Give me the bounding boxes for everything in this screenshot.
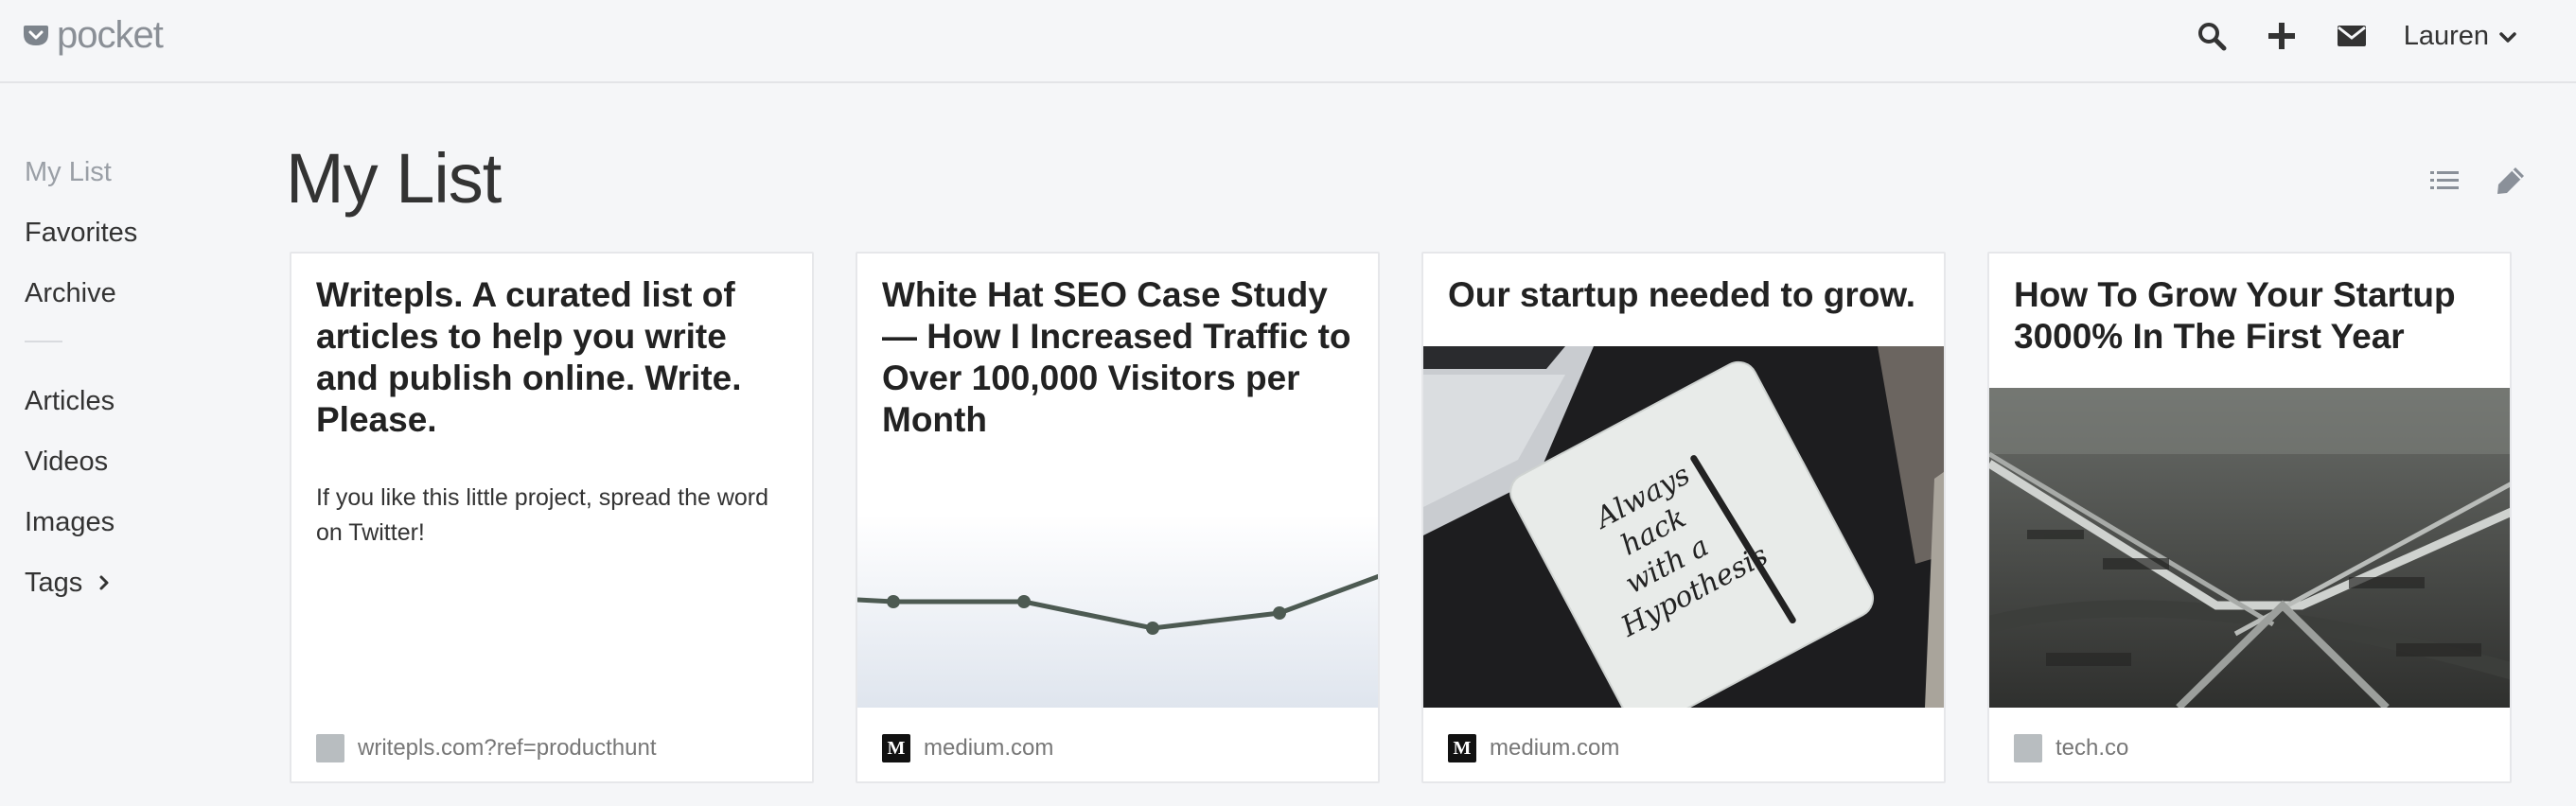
list-view-icon[interactable]	[2428, 165, 2461, 197]
user-name: Lauren	[2403, 20, 2489, 51]
article-source[interactable]: M medium.com	[1448, 734, 1619, 762]
envelope-icon	[2337, 26, 2366, 46]
user-menu[interactable]: Lauren	[2404, 21, 2517, 52]
plus-icon	[2267, 23, 2295, 49]
article-title[interactable]: Our startup needed to grow.	[1423, 254, 1944, 316]
railroad-photo-image	[1989, 388, 2510, 708]
sidebar-item-label: Images	[25, 506, 115, 537]
sidebar-item-my-list[interactable]: My List	[25, 142, 242, 202]
sidebar-item-articles[interactable]: Articles	[25, 371, 242, 431]
article-domain: writepls.com?ref=producthunt	[358, 735, 657, 761]
site-favicon-icon	[2014, 734, 2042, 762]
pocket-logo[interactable]: pocket	[23, 11, 164, 59]
article-card[interactable]: Our startup needed to grow. Always hack …	[1421, 252, 1946, 783]
article-excerpt: If you like this little project, spread …	[316, 484, 769, 546]
article-grid: Writepls. A curated list of articles to …	[290, 252, 2512, 783]
article-source[interactable]: M medium.com	[882, 734, 1053, 762]
article-domain: medium.com	[1490, 735, 1620, 761]
article-source[interactable]: writepls.com?ref=producthunt	[316, 734, 657, 762]
sidebar-divider	[25, 341, 62, 342]
logo-text: pocket	[57, 13, 164, 56]
article-title[interactable]: How To Grow Your Startup 3000% In The Fi…	[1989, 254, 2510, 358]
notebook-photo-image: Always hack with a Hypothesis	[1423, 346, 1944, 708]
line-graph-image	[857, 515, 1378, 708]
article-card[interactable]: Writepls. A curated list of articles to …	[290, 252, 814, 783]
article-domain: tech.co	[2056, 735, 2129, 761]
sidebar-item-favorites[interactable]: Favorites	[25, 202, 242, 263]
sidebar-item-label: Favorites	[25, 217, 138, 248]
search-button[interactable]	[2177, 0, 2247, 72]
header-actions: Lauren	[2177, 0, 2576, 72]
search-icon	[2197, 23, 2227, 51]
add-button[interactable]	[2247, 0, 2317, 72]
pocket-logo-icon	[24, 26, 48, 45]
sidebar-item-label: Tags	[25, 567, 83, 598]
sidebar-item-videos[interactable]: Videos	[25, 431, 242, 492]
edit-icon[interactable]	[2495, 165, 2527, 197]
article-title[interactable]: Writepls. A curated list of articles to …	[291, 254, 812, 441]
chevron-down-icon	[2499, 32, 2516, 43]
sidebar: My List Favorites Archive Articles Video…	[25, 142, 242, 613]
article-source[interactable]: tech.co	[2014, 734, 2128, 762]
sidebar-item-archive[interactable]: Archive	[25, 263, 242, 324]
sidebar-item-label: Articles	[25, 385, 115, 416]
sidebar-item-label: Videos	[25, 446, 109, 477]
sidebar-item-label: My List	[25, 156, 112, 187]
article-card[interactable]: How To Grow Your Startup 3000% In The Fi…	[1987, 252, 2512, 783]
sidebar-item-tags[interactable]: Tags	[25, 552, 242, 613]
medium-favicon-icon: M	[1448, 734, 1476, 762]
page-title: My List	[286, 139, 502, 218]
article-card[interactable]: White Hat SEO Case Study— How I Increase…	[856, 252, 1380, 783]
top-bar: pocket Lauren	[0, 0, 2576, 83]
article-title[interactable]: White Hat SEO Case Study— How I Increase…	[857, 254, 1378, 441]
chevron-right-icon	[99, 575, 109, 590]
medium-favicon-icon: M	[882, 734, 910, 762]
inbox-button[interactable]	[2317, 0, 2387, 72]
view-tools	[2428, 165, 2527, 197]
sidebar-item-images[interactable]: Images	[25, 492, 242, 552]
sidebar-item-label: Archive	[25, 277, 116, 308]
site-favicon-icon	[316, 734, 344, 762]
article-domain: medium.com	[924, 735, 1054, 761]
